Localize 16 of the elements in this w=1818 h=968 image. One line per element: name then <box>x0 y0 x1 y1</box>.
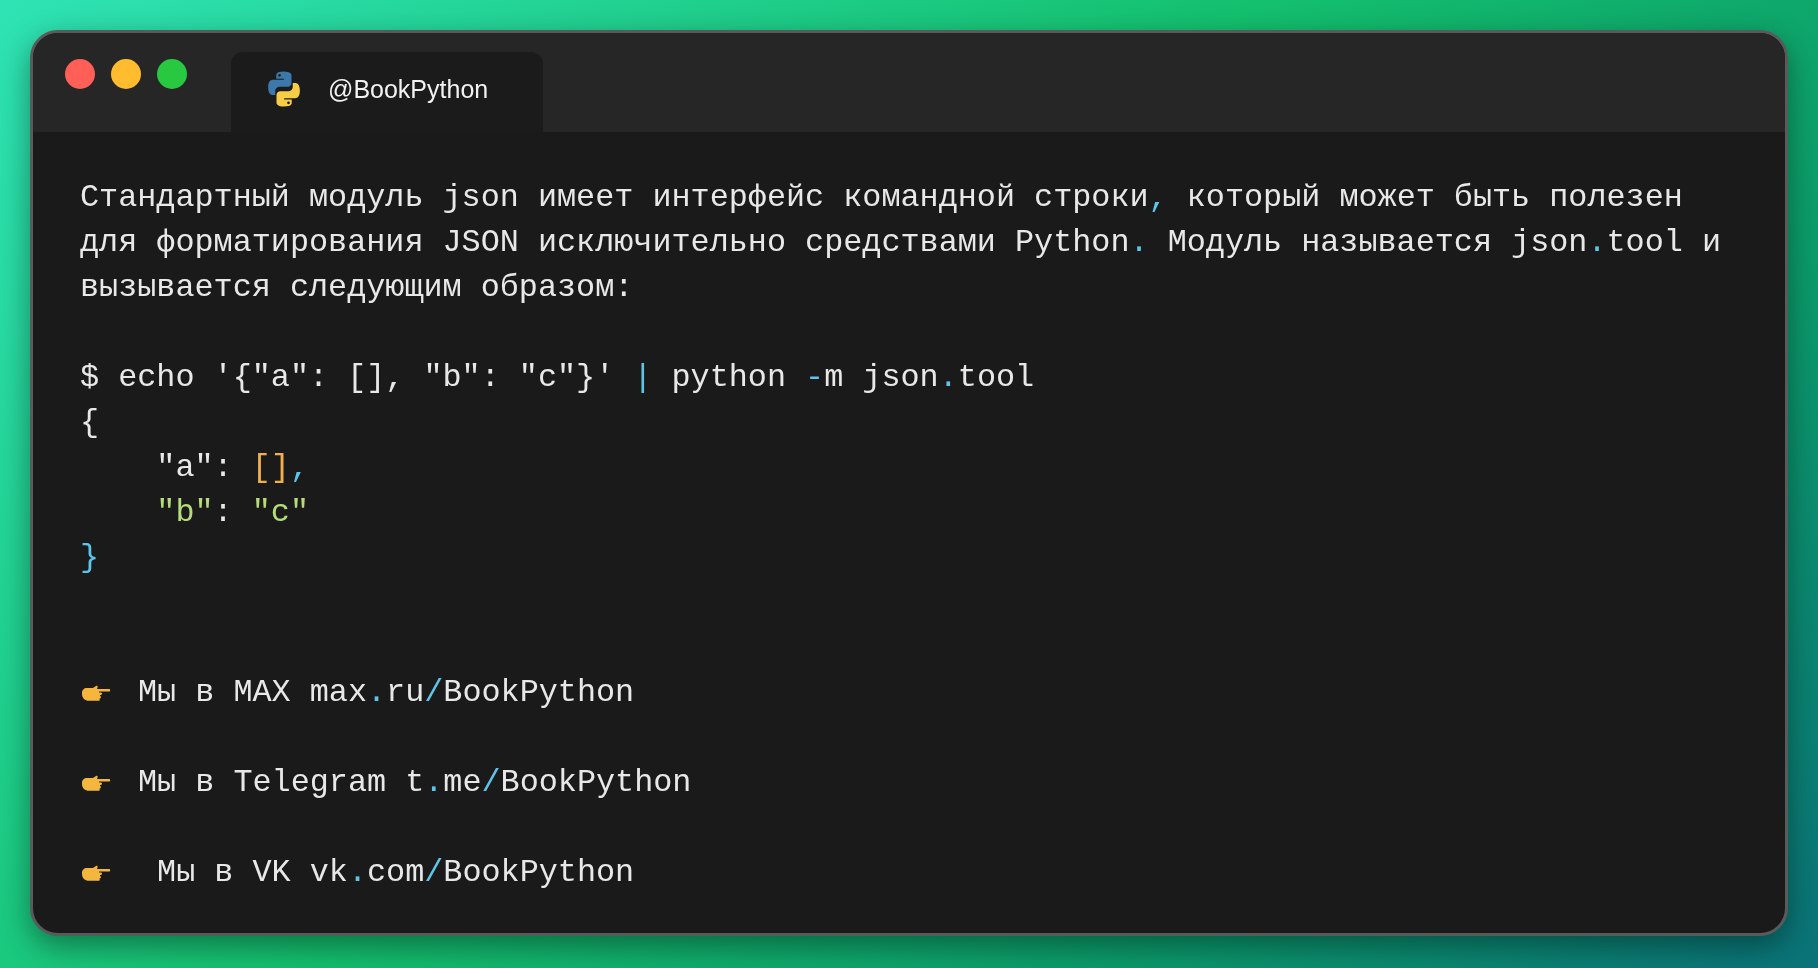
code-line: { <box>80 404 100 443</box>
description-text: Стандартный модуль json имеет интерфейс командной строки, который может быть полезен для форматирования JSON исключительно средствами Python. Модуль называется json.tool и вызывается следующим образом: <box>80 179 1723 308</box>
close-dot[interactable] <box>65 58 95 89</box>
social-link-text: Мы в VK vk.com/BookPython <box>156 854 635 893</box>
code-line: "a": [], <box>155 449 309 488</box>
social-link-text: Мы в Telegram t.me/BookPython <box>138 764 692 803</box>
pointing-hand-icon <box>80 863 112 884</box>
tab[interactable]: @BookPython <box>231 52 543 132</box>
code-line: $ echo '{"a": [], "b": "c"}' | python -m json.tool <box>80 359 1035 398</box>
code-line: } <box>80 539 100 578</box>
pointing-hand-icon <box>80 773 112 794</box>
pointing-hand-icon <box>80 683 112 704</box>
minimize-dot[interactable] <box>111 58 141 89</box>
social-link-text: Мы в MAX max.ru/BookPython <box>138 674 635 713</box>
code-line: "b": "c" <box>155 494 309 533</box>
zoom-dot[interactable] <box>157 58 187 89</box>
